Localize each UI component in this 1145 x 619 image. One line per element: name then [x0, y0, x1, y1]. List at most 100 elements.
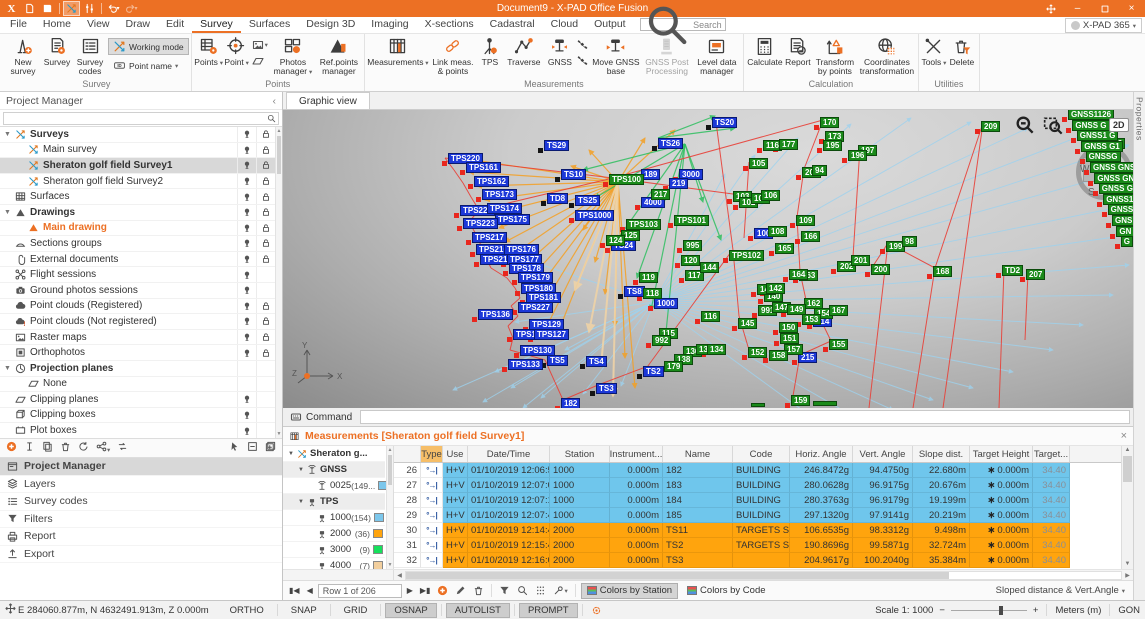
tree-tool-copy[interactable]	[42, 441, 53, 455]
point-label-ts29[interactable]: TS29	[544, 140, 569, 151]
meas-tree-scrollbar[interactable]: ▲▼	[386, 446, 393, 569]
visibility-toggle[interactable]	[237, 205, 256, 220]
point-label-tps101[interactable]: TPS101	[674, 215, 709, 226]
command-input[interactable]	[360, 410, 1130, 424]
point-label-tps161[interactable]: TPS161	[466, 162, 501, 173]
point-label-153[interactable]: 153	[802, 314, 821, 325]
point-label-105[interactable]: 105	[749, 158, 768, 169]
next-row-button[interactable]: ▶	[405, 586, 415, 595]
table-row-30[interactable]: 30°→|H+V01/10/2019 12:14:4920000.000mTS1…	[394, 523, 1133, 538]
tree-tool-rename[interactable]	[24, 441, 35, 455]
point-label-ts5[interactable]: TS5	[547, 355, 568, 366]
scrollbar-thumb[interactable]	[406, 572, 949, 579]
gnss-point-label[interactable]: GNSS GN	[1094, 173, 1133, 184]
meas-tree-item-tps[interactable]: ▼TPS	[283, 494, 385, 510]
point-label-116[interactable]: 116	[701, 311, 720, 322]
tree-item-sheraton-golf-field-survey2[interactable]: Sheraton golf field Survey2	[0, 174, 275, 190]
zoom-out-button[interactable]	[1013, 113, 1037, 137]
lock-toggle[interactable]	[256, 236, 275, 251]
table-row-29[interactable]: 29°→|H+V01/10/2019 12:07:4010000.000m185…	[394, 508, 1133, 523]
ribbon-button-measurements[interactable]: Measurements ▾	[367, 34, 429, 79]
point-label-tps103[interactable]: TPS103	[626, 219, 661, 230]
tab-home[interactable]: Home	[35, 17, 79, 33]
lock-toggle[interactable]	[256, 314, 275, 329]
tree-item-main-drawing[interactable]: Main drawing	[0, 221, 275, 237]
colors-by-station-button[interactable]: Colors by Station	[581, 583, 678, 599]
sidebar-item-filters[interactable]: Filters	[0, 511, 282, 529]
lock-toggle[interactable]	[256, 252, 275, 267]
sidebar-item-layers[interactable]: Layers	[0, 476, 282, 494]
gnss-option-1-button[interactable]	[577, 39, 589, 51]
point-label-995[interactable]: 995	[683, 240, 702, 251]
point-label-134[interactable]: 134	[707, 344, 726, 355]
point-label-tps179[interactable]: TPS179	[518, 272, 553, 283]
column-header-vert-angle[interactable]: Vert. Angle	[853, 446, 913, 462]
point-label-196[interactable]: 196	[848, 150, 867, 161]
zoom-window-button[interactable]	[1041, 113, 1065, 137]
point-label-158[interactable]: 158	[769, 350, 788, 361]
tree-tool-plus[interactable]	[6, 441, 17, 455]
lock-toggle[interactable]	[256, 158, 275, 173]
point-label-151[interactable]: 151	[780, 333, 799, 344]
ribbon-button-ref-points-manager[interactable]: Ref.points manager	[316, 34, 362, 79]
point-label-tps162[interactable]: TPS162	[474, 176, 509, 187]
ribbon-button-coordinates-transformation[interactable]: Coordinates transformation	[858, 34, 916, 79]
lock-toggle[interactable]	[256, 127, 275, 142]
lock-toggle[interactable]	[256, 174, 275, 189]
column-header-date-time[interactable]: Date/Time	[468, 446, 550, 462]
tree-item-flight-sessions[interactable]: Flight sessions	[0, 267, 275, 283]
point-label-145[interactable]: 145	[738, 318, 757, 329]
sidebar-search-input[interactable]	[3, 112, 279, 125]
point-label-166[interactable]: 166	[801, 231, 820, 242]
distance-mode-dropdown[interactable]: Sloped distance & Vert.Angle▾	[996, 585, 1129, 596]
point-label-1000[interactable]: 1000	[654, 298, 678, 309]
point-label-201[interactable]: 201	[851, 255, 870, 266]
point-label-200[interactable]: 200	[871, 264, 890, 275]
table-row-31[interactable]: 31°→|H+V01/10/2019 12:15:4320000.000mTS2…	[394, 538, 1133, 553]
lock-toggle[interactable]	[256, 221, 275, 236]
meas-tree-item-2000[interactable]: 2000(36)	[283, 526, 385, 542]
chevron-icon[interactable]: ▼	[2, 131, 13, 138]
ribbon-button-calculate[interactable]: Calculate	[746, 34, 784, 79]
tab-view[interactable]: View	[79, 17, 118, 33]
tab-cloud[interactable]: Cloud	[543, 17, 586, 33]
last-row-button[interactable]: ▶▮	[418, 586, 433, 595]
point-label-118[interactable]: 118	[643, 288, 662, 299]
ribbon-button-new-survey[interactable]: New survey	[4, 34, 42, 79]
ribbon-search-input[interactable]: Search	[640, 18, 726, 31]
close-button[interactable]: ×	[1118, 0, 1145, 17]
point-label-144[interactable]: 144	[700, 262, 719, 273]
tab-survey[interactable]: Survey	[192, 17, 241, 33]
view-2d-button[interactable]: 2D	[1109, 118, 1129, 132]
visibility-toggle[interactable]	[237, 143, 256, 158]
point-label-207[interactable]: 207	[1026, 269, 1045, 280]
point-label-tps174[interactable]: TPS174	[487, 203, 522, 214]
meas-tree-item-sheraton-g-[interactable]: ▼Sheraton g...	[283, 446, 385, 462]
lock-toggle[interactable]	[256, 330, 275, 345]
tree-item-raster-maps[interactable]: Raster maps	[0, 330, 275, 346]
point-label-167[interactable]: 167	[829, 305, 848, 316]
visibility-toggle[interactable]	[237, 408, 256, 423]
visibility-toggle[interactable]	[237, 314, 256, 329]
point-label-ts25[interactable]: TS25	[575, 195, 600, 206]
point-label-94[interactable]: 94	[812, 165, 827, 176]
gnss-point-label[interactable]: GNSS1	[1103, 194, 1133, 205]
tree-tool-refresh[interactable]	[78, 441, 89, 455]
sidebar-item-export[interactable]: Export	[0, 546, 282, 564]
point-label-tps102[interactable]: TPS102	[729, 250, 764, 261]
point-label-tps175[interactable]: TPS175	[495, 214, 530, 225]
ribbon-button-gnss[interactable]: GNSS	[545, 34, 575, 79]
point-label-ts20[interactable]: TS20	[712, 117, 737, 128]
chevron-icon[interactable]: ▼	[2, 209, 13, 216]
column-header-target-height[interactable]: Target Height	[970, 446, 1033, 462]
visibility-toggle[interactable]	[237, 423, 256, 438]
column-header-type[interactable]: Type	[421, 446, 443, 462]
tab-output[interactable]: Output	[586, 17, 634, 33]
point-label-109[interactable]: 109	[796, 215, 815, 226]
gnss-point-label[interactable]: G	[1121, 236, 1133, 247]
tab-imaging[interactable]: Imaging	[363, 17, 416, 33]
tree-item-point-clouds-not-registered-[interactable]: Point clouds (Not registered)	[0, 314, 275, 330]
point-label-217[interactable]: 217	[651, 189, 670, 200]
point-label-119[interactable]: 119	[639, 272, 658, 283]
scale-slider[interactable]	[951, 610, 1027, 611]
